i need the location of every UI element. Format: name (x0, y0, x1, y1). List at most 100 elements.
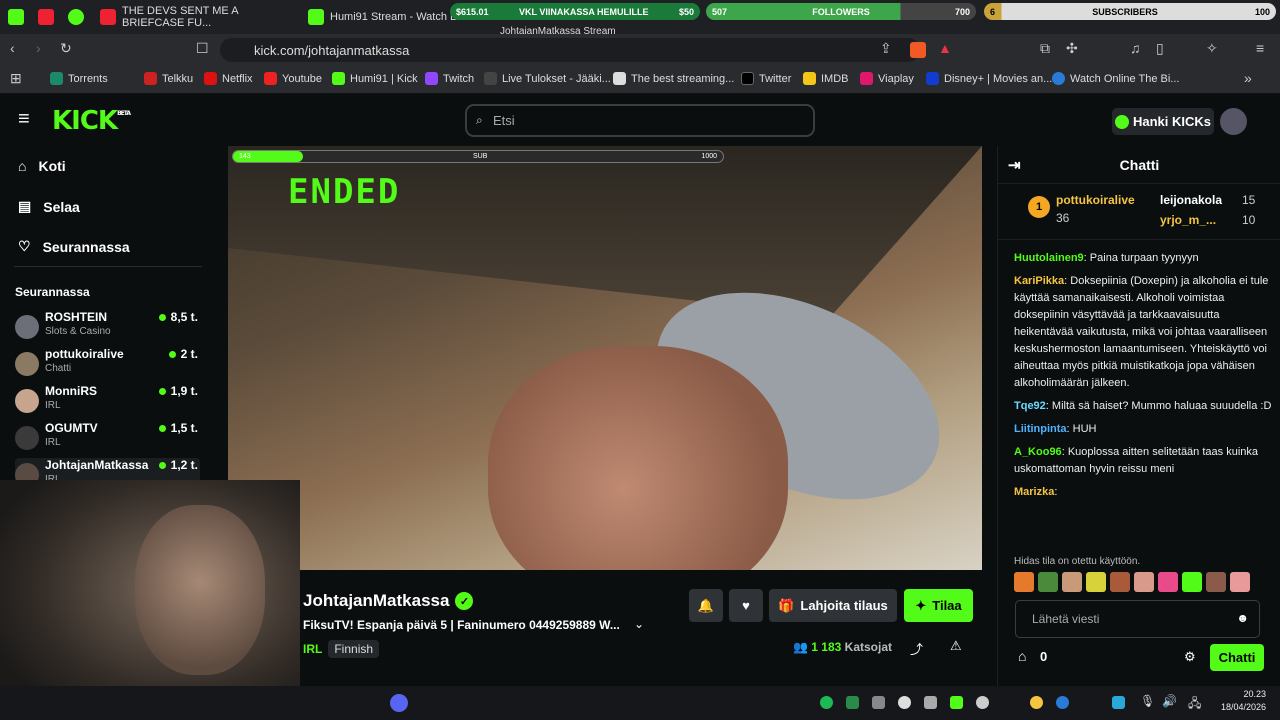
emote-icon[interactable] (1182, 572, 1202, 592)
video-player[interactable]: ENDED 143 SUB 1000 (228, 146, 982, 570)
tray-icon[interactable] (976, 696, 989, 709)
forward-icon[interactable]: › (36, 40, 41, 56)
menu-icon[interactable]: ≡ (1256, 40, 1264, 56)
language-tag[interactable]: Finnish (328, 640, 380, 658)
volume-icon[interactable]: 🔊 (1162, 694, 1177, 708)
bookmark-item[interactable]: Twitch (425, 72, 474, 85)
music-icon[interactable]: ♫ (1130, 40, 1141, 56)
youtube-tab-icon[interactable] (38, 9, 54, 25)
following-title: Seurannassa (15, 285, 90, 299)
share-icon[interactable]: ⇪ (880, 40, 892, 57)
bookmark-item[interactable]: Watch Online The Bi... (1052, 72, 1179, 85)
channel-name: pottukoiralive (45, 347, 124, 361)
emote-icon[interactable] (1086, 572, 1106, 592)
rank2-name[interactable]: leijonakola (1160, 193, 1222, 207)
bookmark-item[interactable]: Twitter (741, 72, 791, 85)
rank1-name[interactable]: pottukoiralive (1056, 193, 1135, 207)
streamer-name[interactable]: JohtajanMatkassa ✓ (303, 591, 474, 611)
reload-icon[interactable]: ↻ (60, 40, 72, 57)
system-clock[interactable]: 20.23 18/04/2026 (1221, 688, 1266, 714)
back-icon[interactable]: ‹ (10, 40, 15, 56)
url-field[interactable]: kick.com/johtajanmatkassa (220, 38, 920, 62)
chat-username[interactable]: A_Koo96 (1014, 446, 1062, 458)
bookmark-item[interactable]: Torrents (50, 72, 108, 85)
bookmark-item[interactable]: Telkku (144, 72, 193, 85)
bookmark-item[interactable]: IMDB (803, 72, 849, 85)
chat-username[interactable]: Marizka (1014, 486, 1054, 498)
chat-username[interactable]: Huutolainen9 (1014, 252, 1084, 264)
report-icon[interactable]: ⚠ (950, 638, 962, 654)
bookmark-item[interactable]: Youtube (264, 72, 322, 85)
extension-icon[interactable]: ⧉ (1040, 40, 1050, 57)
channel-category: Slots & Casino (45, 326, 111, 337)
emote-icon[interactable] (1158, 572, 1178, 592)
emote-icon[interactable] (1014, 572, 1034, 592)
nav-selaa[interactable]: ▤ Selaa (18, 198, 80, 215)
chat-username[interactable]: Tqe92 (1014, 400, 1046, 412)
bookmark-item[interactable]: Disney+ | Movies an... (926, 72, 1052, 85)
collapse-chat-icon[interactable]: ⇥ (1008, 156, 1021, 174)
chat-input[interactable]: Lähetä viesti ☻ (1015, 600, 1260, 638)
bookmark-item[interactable]: Viaplay (860, 72, 914, 85)
nav-seurannassa[interactable]: ♡ Seurannassa (18, 238, 130, 255)
bookmark-item[interactable]: Humi91 | Kick (332, 72, 418, 85)
notification-button[interactable]: 🔔 (689, 589, 723, 622)
subscribe-button[interactable]: ✦ Tilaa (904, 589, 973, 622)
category-link[interactable]: IRL (303, 642, 322, 656)
tray-icon[interactable] (1112, 696, 1125, 709)
send-chat-button[interactable]: Chatti (1210, 644, 1264, 671)
tray-icon[interactable] (846, 696, 859, 709)
chat-username[interactable]: KariPikka (1014, 275, 1064, 287)
bookmark-item[interactable]: Netflix (204, 72, 253, 85)
tab-youtube[interactable]: THE DEVS SENT ME A BRIEFCASE FU... (100, 4, 290, 30)
bluetooth-icon[interactable] (1056, 696, 1069, 709)
spotify-icon[interactable] (820, 696, 833, 709)
settings-gear-icon[interactable]: ⚙ (1184, 649, 1196, 665)
apps-grid-icon[interactable]: ⊞ (10, 70, 22, 87)
followed-channel-item[interactable]: OGUMTV IRL 1,5 t. (15, 421, 200, 458)
nav-koti[interactable]: ⌂ Koti (18, 158, 66, 174)
chevron-down-icon[interactable]: ⌄ (634, 617, 644, 631)
search-input[interactable]: ⌕ Etsi (465, 104, 815, 137)
discord-icon[interactable] (390, 694, 408, 712)
emote-icon[interactable] (1110, 572, 1130, 592)
user-avatar[interactable] (1220, 108, 1247, 135)
emote-icon[interactable] (1206, 572, 1226, 592)
bookmark-item[interactable]: Live Tulokset - Jääki... (484, 72, 611, 85)
emote-icon[interactable] (1134, 572, 1154, 592)
play-tab-icon[interactable] (68, 9, 84, 25)
network-icon[interactable]: 🖧 (1188, 694, 1201, 715)
tray-icon[interactable] (1030, 696, 1043, 709)
more-bookmarks-icon[interactable]: » (1244, 70, 1252, 86)
emote-icon[interactable] (1062, 572, 1082, 592)
share-icon[interactable]: ⤴ (910, 639, 923, 658)
points-icon[interactable]: ⌂ (1018, 648, 1026, 664)
kick-logo[interactable]: KICKBETA (52, 106, 131, 136)
microphone-icon[interactable]: 🎙 (1140, 694, 1155, 708)
gift-sub-button[interactable]: 🎁 Lahjoita tilaus (769, 589, 897, 622)
emote-icon[interactable] (1038, 572, 1058, 592)
chat-username[interactable]: Liitinpinta (1014, 423, 1067, 435)
rewards-icon[interactable]: ▲ (938, 40, 952, 56)
followed-channel-item[interactable]: pottukoiralive Chatti 2 t. (15, 347, 200, 384)
tray-icon[interactable] (924, 696, 937, 709)
tray-icon[interactable] (872, 696, 885, 709)
brave-shield-icon[interactable] (910, 42, 926, 58)
puzzle-icon[interactable]: ✣ (1066, 40, 1078, 57)
hanki-kicks-button[interactable]: Hanki KICKs (1112, 108, 1214, 135)
emoji-icon[interactable]: ☻ (1236, 611, 1249, 625)
followed-channel-item[interactable]: ROSHTEIN Slots & Casino 8,5 t. (15, 310, 200, 347)
follow-button[interactable]: ♥ (729, 589, 763, 622)
bookmark-icon[interactable]: ☐ (196, 40, 209, 57)
star-icon[interactable]: ✧ (1206, 40, 1218, 57)
followed-channel-item[interactable]: MonniRS IRL 1,9 t. (15, 384, 200, 421)
sidebar-icon[interactable]: ▯ (1156, 40, 1164, 57)
tab-favicon-icon[interactable] (8, 9, 24, 25)
bookmark-item[interactable]: The best streaming... (613, 72, 734, 85)
tab-humi91[interactable]: Humi91 Stream - Watch Live on Kick (308, 4, 458, 30)
emote-icon[interactable] (1230, 572, 1250, 592)
hamburger-menu-icon[interactable]: ≡ (18, 108, 30, 131)
rank3-name[interactable]: yrjo_m_... (1160, 213, 1216, 227)
play-tray-icon[interactable] (950, 696, 963, 709)
cloud-icon[interactable] (898, 696, 911, 709)
